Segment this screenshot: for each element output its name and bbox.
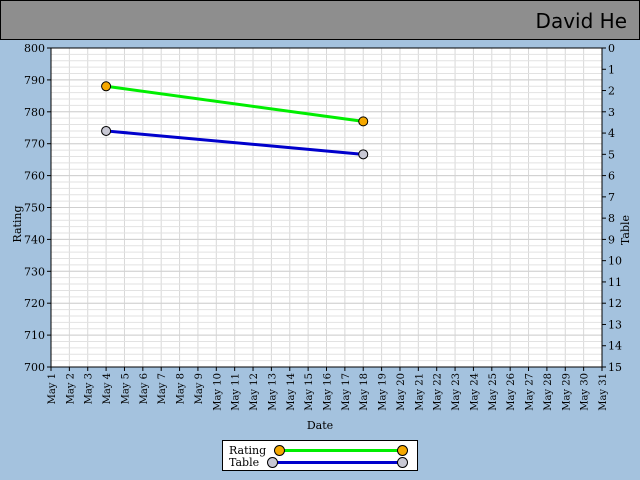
x-tick-label: May 2 bbox=[65, 373, 76, 404]
data-point-rating bbox=[101, 81, 112, 92]
y2-axis-title: Table bbox=[619, 215, 632, 245]
x-tick-label: May 4 bbox=[102, 373, 113, 404]
y-tick-label: 710 bbox=[24, 329, 45, 342]
x-tick-label: May 27 bbox=[525, 373, 536, 411]
legend-line-rating bbox=[276, 449, 400, 452]
x-tick-label: May 26 bbox=[506, 373, 517, 411]
legend-item-table: Table bbox=[223, 456, 417, 469]
x-tick-label: May 19 bbox=[378, 373, 389, 411]
x-tick-label: May 24 bbox=[469, 373, 480, 411]
x-tick-label: May 12 bbox=[249, 373, 260, 411]
x-tick-label: May 29 bbox=[561, 373, 572, 411]
data-point-table bbox=[101, 125, 112, 136]
x-tick-label: May 1 bbox=[47, 373, 58, 404]
x-axis-title: Date bbox=[307, 419, 333, 432]
x-tick-label: May 23 bbox=[451, 373, 462, 411]
x-tick-label: May 7 bbox=[157, 373, 168, 404]
x-tick-label: May 9 bbox=[194, 373, 205, 404]
x-tick-label: May 28 bbox=[543, 373, 554, 411]
y2-tick-label: 6 bbox=[608, 170, 615, 183]
legend-marker-rating bbox=[274, 445, 285, 456]
x-tick-label: May 16 bbox=[323, 373, 334, 411]
x-tick-label: May 14 bbox=[286, 373, 297, 411]
y2-tick-label: 5 bbox=[608, 148, 615, 161]
y2-tick-label: 14 bbox=[608, 340, 622, 353]
legend-marker-table bbox=[397, 457, 408, 468]
x-tick-label: May 3 bbox=[84, 373, 95, 404]
y2-tick-label: 9 bbox=[608, 233, 615, 246]
data-point-table bbox=[358, 149, 369, 160]
y-tick-label: 740 bbox=[24, 233, 45, 246]
x-tick-label: May 22 bbox=[433, 373, 444, 411]
x-tick-label: May 15 bbox=[304, 373, 315, 411]
x-tick-label: May 6 bbox=[139, 373, 150, 404]
x-tick-label: May 17 bbox=[341, 373, 352, 411]
legend-label-table: Table bbox=[229, 456, 260, 469]
legend-marker-rating bbox=[397, 445, 408, 456]
y2-tick-label: 1 bbox=[608, 63, 615, 76]
x-tick-label: May 8 bbox=[176, 373, 187, 404]
y2-tick-label: 13 bbox=[608, 318, 622, 331]
legend-marker-table bbox=[267, 457, 278, 468]
y2-tick-label: 7 bbox=[608, 191, 615, 204]
y2-tick-label: 11 bbox=[608, 276, 622, 289]
chart-legend: Rating Table bbox=[222, 440, 418, 471]
x-tick-label: May 31 bbox=[598, 373, 609, 411]
x-tick-label: May 5 bbox=[120, 373, 131, 404]
y-axis-title: Rating bbox=[11, 205, 24, 242]
y2-tick-label: 3 bbox=[608, 106, 615, 119]
y-tick-label: 700 bbox=[24, 361, 45, 374]
y2-tick-label: 15 bbox=[608, 361, 622, 374]
y-tick-label: 760 bbox=[24, 170, 45, 183]
y-tick-label: 780 bbox=[24, 106, 45, 119]
header-bar: David He bbox=[0, 0, 640, 40]
y2-tick-label: 10 bbox=[608, 255, 622, 268]
y2-tick-label: 2 bbox=[608, 85, 615, 98]
x-tick-label: May 21 bbox=[414, 373, 425, 411]
x-tick-label: May 25 bbox=[488, 373, 499, 411]
x-tick-label: May 20 bbox=[396, 373, 407, 411]
y-tick-label: 800 bbox=[24, 42, 45, 55]
legend-line-table bbox=[276, 461, 400, 464]
data-point-rating bbox=[358, 116, 369, 127]
x-tick-label: May 18 bbox=[359, 373, 370, 411]
y-tick-label: 730 bbox=[24, 265, 45, 278]
y-tick-label: 750 bbox=[24, 202, 45, 215]
y-tick-label: 720 bbox=[24, 297, 45, 310]
y2-tick-label: 0 bbox=[608, 42, 615, 55]
y2-tick-label: 4 bbox=[608, 127, 615, 140]
y-tick-label: 770 bbox=[24, 138, 45, 151]
y2-tick-label: 12 bbox=[608, 297, 622, 310]
rating-chart: 700710720730740750760770780790800 0123456… bbox=[11, 42, 632, 432]
player-name: David He bbox=[535, 9, 627, 33]
y-tick-label: 790 bbox=[24, 74, 45, 87]
y2-tick-label: 8 bbox=[608, 212, 615, 225]
x-tick-label: May 11 bbox=[231, 373, 242, 411]
x-tick-label: May 13 bbox=[267, 373, 278, 411]
x-tick-label: May 30 bbox=[580, 373, 591, 411]
x-tick-label: May 10 bbox=[212, 373, 223, 411]
